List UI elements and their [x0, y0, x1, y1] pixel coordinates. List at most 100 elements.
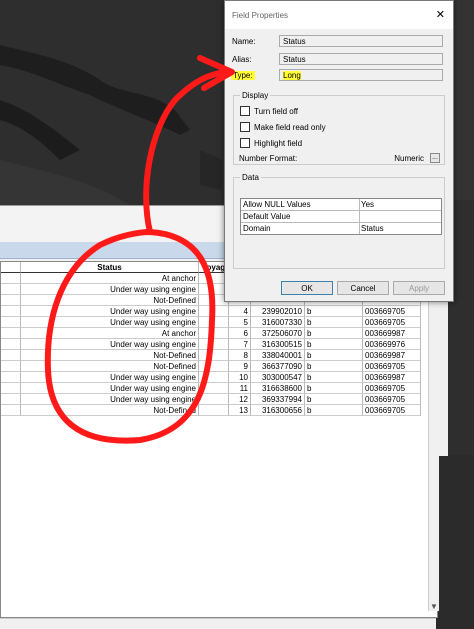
table-cell — [1, 405, 21, 416]
table-cell-code: 003669705 — [363, 394, 421, 405]
table-cell-code: 003669705 — [363, 306, 421, 317]
table-cell — [199, 372, 229, 383]
alias-label: Alias: — [232, 55, 252, 64]
property-row[interactable]: Default Value — [241, 211, 441, 223]
display-group: Display Turn field off Make field read o… — [233, 91, 445, 165]
apply-button[interactable]: Apply — [393, 281, 445, 295]
table-cell — [199, 306, 229, 317]
type-label: Type: — [231, 71, 255, 80]
table-cell-code: 003669705 — [363, 405, 421, 416]
table-row[interactable]: At anchor 6 372506070 b 003669987 — [1, 328, 437, 339]
table-cell-mmsi: 303000547 — [251, 372, 305, 383]
field-properties-table[interactable]: Allow NULL Values Yes Default Value Domain S… — [240, 198, 442, 235]
table-cell-status: Under way using engine — [21, 284, 199, 295]
table-cell-n: 9 — [229, 361, 251, 372]
table-row[interactable]: Not-Defined 9 366377090 b 003669705 — [1, 361, 437, 372]
type-value: Long — [283, 71, 301, 80]
table-cell-mmsi: 316007330 — [251, 317, 305, 328]
table-row[interactable]: Under way using engine 11 316638600 b 003669… — [1, 383, 437, 394]
property-key: Domain — [241, 223, 360, 234]
attribute-grid[interactable]: Status Voyag At anchor Under way using en… — [0, 261, 438, 618]
horizontal-scrollbar[interactable] — [0, 618, 436, 629]
cancel-button[interactable]: Cancel — [337, 281, 389, 295]
dialog-title: Field Properties — [232, 11, 289, 20]
table-cell-b: b — [305, 306, 363, 317]
table-row[interactable]: Under way using engine 12 369337994 b 003669… — [1, 394, 437, 405]
name-field[interactable]: Status — [279, 35, 443, 47]
table-cell-code: 003669976 — [363, 339, 421, 350]
property-row[interactable]: Allow NULL Values Yes — [241, 199, 441, 211]
highlight-field-checkbox[interactable] — [240, 138, 250, 148]
table-cell-n: 5 — [229, 317, 251, 328]
data-group-title: Data — [240, 173, 261, 182]
table-cell-n: 12 — [229, 394, 251, 405]
table-cell-status: At anchor — [21, 273, 199, 284]
data-group: Data Allow NULL Values Yes Default Value Do… — [233, 173, 445, 269]
table-cell — [1, 394, 21, 405]
table-cell-code: 003669705 — [363, 317, 421, 328]
table-row[interactable]: Under way using engine 7 316300515 b 0036699… — [1, 339, 437, 350]
table-row[interactable]: Under way using engine 4 239902010 b 0036697… — [1, 306, 437, 317]
table-cell-status: Not-Defined — [21, 361, 199, 372]
number-format-button[interactable]: ... — [430, 153, 440, 163]
table-cell-status: Under way using engine — [21, 339, 199, 350]
table-cell — [1, 383, 21, 394]
table-cell — [1, 317, 21, 328]
turn-field-off-checkbox[interactable] — [240, 106, 250, 116]
dialog-titlebar: Field Properties ✕ — [225, 1, 453, 29]
table-cell-status: Not-Defined — [21, 295, 199, 306]
table-row[interactable]: Not-Defined 13 316300656 b 003669705 — [1, 405, 437, 416]
table-cell-b: b — [305, 394, 363, 405]
number-format-label: Number Format: — [239, 154, 298, 163]
table-cell-mmsi: 316300515 — [251, 339, 305, 350]
table-cell-mmsi: 316638600 — [251, 383, 305, 394]
scroll-down-icon[interactable]: ▼ — [430, 602, 438, 611]
table-cell — [199, 405, 229, 416]
table-row[interactable]: Under way using engine 5 316007330 b 0036697… — [1, 317, 437, 328]
alias-field[interactable]: Status — [279, 53, 443, 65]
table-cell — [199, 328, 229, 339]
table-cell-n: 6 — [229, 328, 251, 339]
vertical-scrollbar[interactable]: ▼ — [428, 261, 439, 611]
number-format-value: Numeric — [394, 154, 424, 163]
table-cell — [1, 339, 21, 350]
table-cell-status: Under way using engine — [21, 394, 199, 405]
table-cell — [1, 372, 21, 383]
table-cell-mmsi: 366377090 — [251, 361, 305, 372]
table-cell — [199, 350, 229, 361]
turn-field-off-label: Turn field off — [254, 107, 299, 116]
table-cell-n: 10 — [229, 372, 251, 383]
type-field[interactable]: Long — [279, 69, 443, 81]
table-cell-b: b — [305, 372, 363, 383]
table-cell-code: 003669987 — [363, 328, 421, 339]
property-value[interactable]: Yes — [359, 199, 441, 210]
read-only-label: Make field read only — [254, 123, 326, 132]
table-cell-b: b — [305, 383, 363, 394]
table-cell-status: Not-Defined — [21, 350, 199, 361]
read-only-checkbox[interactable] — [240, 122, 250, 132]
property-key: Allow NULL Values — [241, 199, 360, 210]
table-cell — [1, 273, 21, 284]
table-cell — [1, 350, 21, 361]
property-value[interactable] — [359, 211, 441, 222]
ok-button[interactable]: OK — [281, 281, 333, 295]
table-cell-n: 13 — [229, 405, 251, 416]
table-row[interactable]: Under way using engine 10 303000547 b 003669… — [1, 372, 437, 383]
table-cell-mmsi: 316300656 — [251, 405, 305, 416]
table-cell-n: 8 — [229, 350, 251, 361]
table-cell-status: Under way using engine — [21, 383, 199, 394]
table-cell-mmsi: 372506070 — [251, 328, 305, 339]
name-label: Name: — [232, 37, 256, 46]
table-cell-b: b — [305, 350, 363, 361]
table-row[interactable]: Not-Defined 8 338040001 b 003669987 — [1, 350, 437, 361]
property-value[interactable]: Status — [359, 223, 441, 234]
table-cell-status: Under way using engine — [21, 372, 199, 383]
close-icon[interactable]: ✕ — [436, 8, 445, 21]
display-group-title: Display — [240, 91, 271, 100]
column-header[interactable] — [1, 262, 21, 273]
table-cell — [1, 284, 21, 295]
table-cell — [1, 361, 21, 372]
property-row[interactable]: Domain Status — [241, 223, 441, 234]
column-header-status[interactable]: Status — [21, 262, 199, 273]
table-cell-mmsi: 338040001 — [251, 350, 305, 361]
